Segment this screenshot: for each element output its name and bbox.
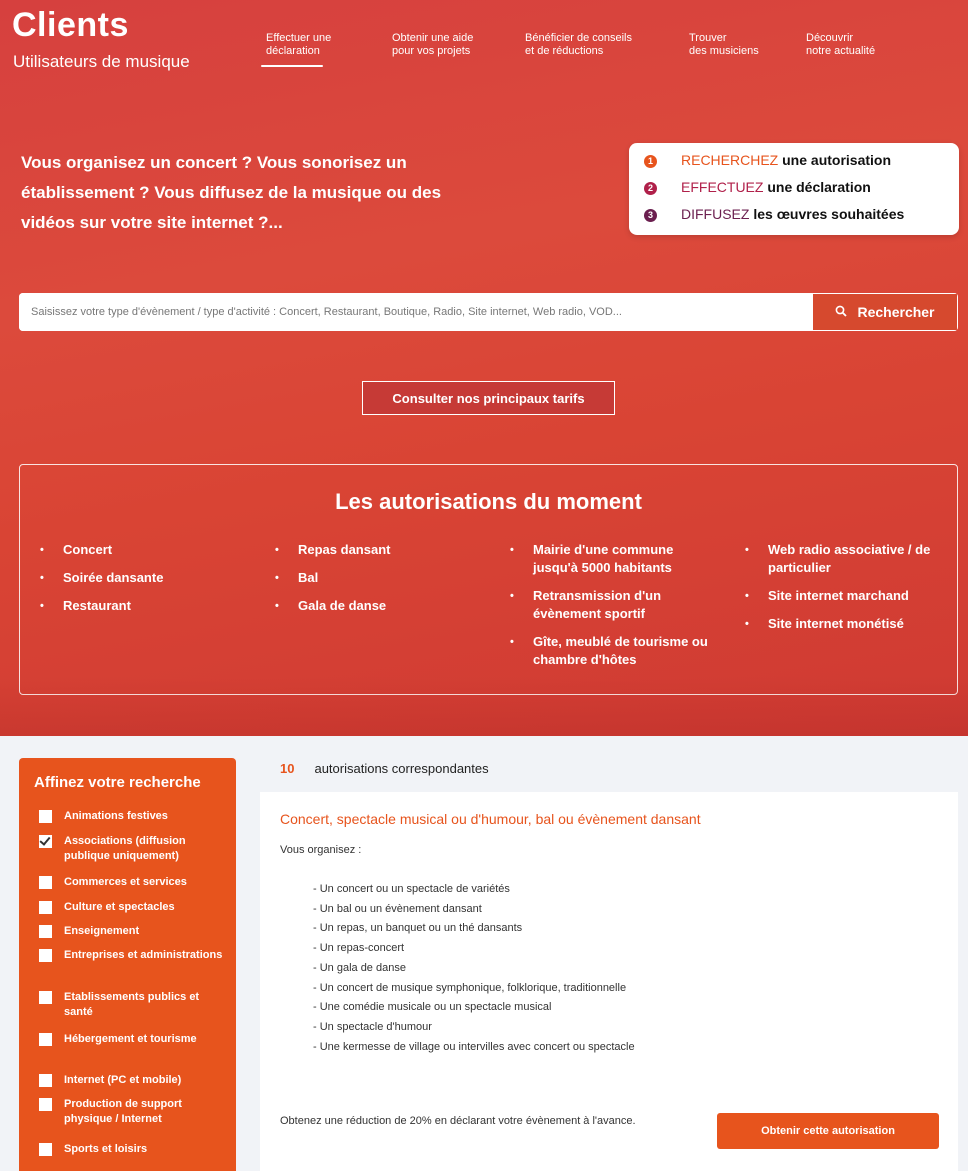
- sidebar-title: Affinez votre recherche: [34, 774, 201, 791]
- checkbox[interactable]: [39, 810, 52, 823]
- moment-box: Les autorisations du moment Concert Soir…: [19, 464, 958, 695]
- moment-item[interactable]: Gala de danse: [275, 597, 495, 615]
- nav-obtenir-aide[interactable]: Obtenir une aide pour vos projets: [392, 32, 512, 58]
- checkbox[interactable]: [39, 925, 52, 938]
- results-count: 10: [280, 761, 295, 776]
- list-item: - Un concert ou un spectacle de variétés: [313, 883, 510, 895]
- obtenir-autorisation-button[interactable]: Obtenir cette autorisation: [717, 1113, 939, 1149]
- search-button[interactable]: Rechercher: [812, 293, 958, 331]
- page-title[interactable]: Clients: [12, 6, 129, 45]
- filter-commerces-services[interactable]: Commerces et services: [39, 875, 229, 890]
- step-2: 2 EFFECTUEZ une déclaration: [644, 179, 871, 199]
- tarifs-button[interactable]: Consulter nos principaux tarifs: [362, 381, 615, 415]
- checkbox[interactable]: [39, 876, 52, 889]
- search-bar: Rechercher: [19, 293, 958, 331]
- nav-trouver-musiciens[interactable]: Trouver des musiciens: [689, 32, 809, 58]
- result-card-list: - Un concert ou un spectacle de variétés…: [313, 880, 635, 1057]
- moment-item[interactable]: Web radio associative / de particulier: [745, 541, 945, 577]
- step-number-icon: 1: [644, 154, 657, 168]
- list-item: - Une comédie musicale ou un spectacle m…: [313, 1001, 552, 1014]
- checkbox[interactable]: [39, 901, 52, 914]
- nav-effectuer-declaration[interactable]: Effectuer une déclaration: [266, 32, 386, 58]
- filter-enseignement[interactable]: Enseignement: [39, 924, 229, 939]
- moment-item[interactable]: Retransmission d'un évènement sportif: [510, 587, 720, 623]
- filter-etablissements-publics[interactable]: Etablissements publics et santé: [39, 990, 229, 1020]
- filter-animations-festives[interactable]: Animations festives: [39, 809, 229, 824]
- list-item: - Un spectacle d'humour: [313, 1020, 432, 1033]
- search-icon: [835, 304, 848, 320]
- list-item: - Un repas-concert: [313, 942, 405, 955]
- step-1: 1 RECHERCHEZ une autorisation: [644, 152, 891, 172]
- checkbox[interactable]: [39, 949, 52, 962]
- moment-item[interactable]: Restaurant: [40, 597, 260, 615]
- step-3: 3 DIFFUSEZ les œuvres souhaitées: [644, 206, 904, 226]
- step-number-icon: 2: [644, 181, 657, 195]
- filter-associations[interactable]: Associations (diffusion publique uniquem…: [39, 834, 229, 864]
- filter-culture-spectacles[interactable]: Culture et spectacles: [39, 900, 229, 915]
- moment-column-3: Mairie d'une commune jusqu'à 5000 habita…: [510, 541, 720, 679]
- step-number-icon: 3: [644, 208, 657, 222]
- filter-internet[interactable]: Internet (PC et mobile): [39, 1073, 229, 1088]
- moment-item[interactable]: Bal: [275, 569, 495, 587]
- moment-item[interactable]: Concert: [40, 541, 260, 559]
- hero-section: Clients Utilisateurs de musique Effectue…: [0, 0, 968, 736]
- nav-actualite[interactable]: Découvrir notre actualité: [806, 32, 926, 58]
- moment-item[interactable]: Site internet marchand: [745, 587, 945, 605]
- list-item: - Un repas, un banquet ou un thé dansant…: [313, 922, 523, 935]
- moment-item[interactable]: Gîte, meublé de tourisme ou chambre d'hô…: [510, 633, 720, 669]
- moment-item[interactable]: Soirée dansante: [40, 569, 260, 587]
- page-subtitle: Utilisateurs de musique: [13, 52, 190, 71]
- nav-conseils-reductions[interactable]: Bénéficier de conseils et de réductions: [525, 32, 645, 58]
- checkbox[interactable]: [39, 1033, 52, 1046]
- search-input[interactable]: [19, 293, 812, 331]
- checkbox[interactable]: [39, 1098, 52, 1111]
- moment-column-4: Web radio associative / de particulier S…: [745, 541, 945, 643]
- filter-sports-loisirs[interactable]: Sports et loisirs: [39, 1142, 229, 1157]
- checkbox[interactable]: [39, 1143, 52, 1156]
- moment-item[interactable]: Mairie d'une commune jusqu'à 5000 habita…: [510, 541, 720, 577]
- results-label: autorisations correspondantes: [314, 761, 489, 776]
- steps-box: 1 RECHERCHEZ une autorisation 2 EFFECTUEZ …: [629, 143, 959, 235]
- moment-item[interactable]: Repas dansant: [275, 541, 495, 559]
- list-item: - Un concert de musique symphonique, fol…: [313, 981, 627, 994]
- moment-column-2: Repas dansant Bal Gala de danse: [275, 541, 495, 625]
- list-item: - Un bal ou un évènement dansant: [313, 902, 482, 915]
- nav-active-underline: [261, 65, 323, 67]
- filter-sidebar: Affinez votre recherche Animations festi…: [19, 758, 236, 1171]
- moment-item[interactable]: Site internet monétisé: [745, 615, 945, 633]
- checkbox[interactable]: [39, 991, 52, 1004]
- moment-title: Les autorisations du moment: [335, 489, 642, 514]
- filter-entreprises[interactable]: Entreprises et administrations: [39, 948, 229, 963]
- filter-hebergement[interactable]: Hébergement et tourisme: [39, 1032, 229, 1047]
- list-item: - Une kermesse de village ou intervilles…: [313, 1040, 635, 1053]
- checkbox[interactable]: [39, 1074, 52, 1087]
- result-card-intro: Vous organisez :: [280, 844, 362, 856]
- list-item: - Un gala de danse: [313, 961, 406, 974]
- hero-question: Vous organisez un concert ? Vous sonoris…: [21, 153, 442, 232]
- filter-production-support[interactable]: Production de support physique / Interne…: [39, 1097, 229, 1127]
- result-card-promo: Obtenez une réduction de 20% en déclaran…: [280, 1115, 636, 1127]
- results-header: 10 autorisations correspondantes: [280, 761, 489, 776]
- moment-column-1: Concert Soirée dansante Restaurant: [40, 541, 260, 625]
- checkbox-checked[interactable]: [39, 835, 52, 848]
- result-card-title[interactable]: Concert, spectacle musical ou d'humour, …: [280, 811, 701, 827]
